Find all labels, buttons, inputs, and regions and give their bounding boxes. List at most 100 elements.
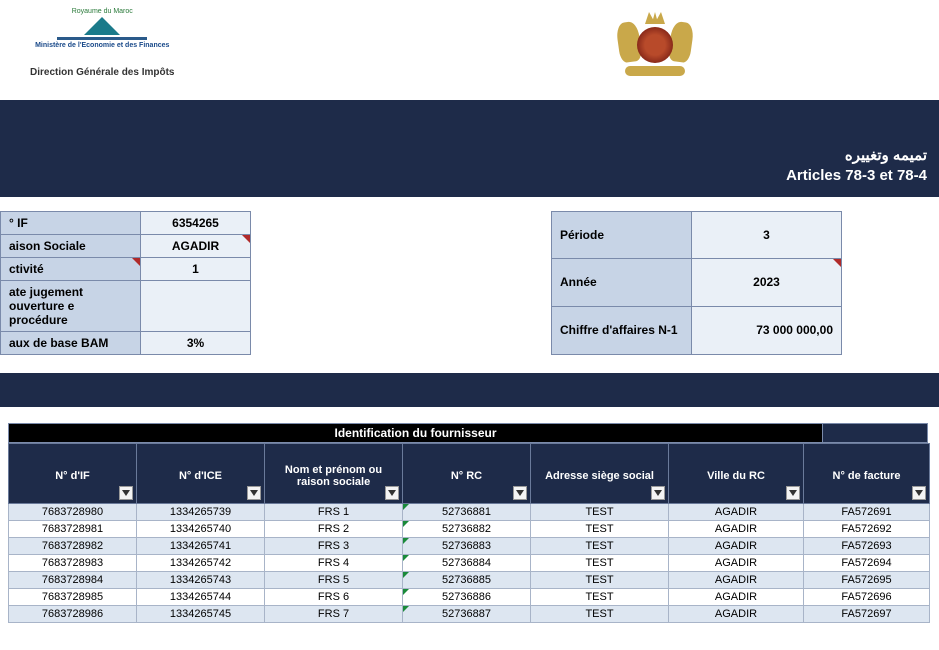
filter-dropdown-icon[interactable] bbox=[912, 486, 926, 500]
label-taux-bam: aux de base BAM bbox=[1, 331, 141, 354]
col-header-if[interactable]: N° d'IF bbox=[9, 443, 137, 503]
cell-facture[interactable]: FA572697 bbox=[804, 605, 930, 622]
cell-ice[interactable]: 1334265743 bbox=[137, 571, 265, 588]
cell-if[interactable]: 7683728986 bbox=[9, 605, 137, 622]
table-row[interactable]: 76837289841334265743FRS 552736885TESTAGA… bbox=[9, 571, 930, 588]
col-header-ice-label: N° d'ICE bbox=[179, 470, 222, 482]
cell-facture[interactable]: FA572691 bbox=[804, 503, 930, 520]
cell-if[interactable]: 7683728985 bbox=[9, 588, 137, 605]
logo-underline bbox=[57, 37, 147, 40]
value-raison-sociale[interactable]: AGADIR bbox=[141, 234, 251, 257]
cell-nom[interactable]: FRS 1 bbox=[265, 503, 403, 520]
table-row[interactable]: 76837289851334265744FRS 652736886TESTAGA… bbox=[9, 588, 930, 605]
cell-adresse[interactable]: TEST bbox=[531, 588, 669, 605]
direction-text: Direction Générale des Impôts bbox=[30, 67, 175, 78]
value-if[interactable]: 6354265 bbox=[141, 211, 251, 234]
cell-ville[interactable]: AGADIR bbox=[669, 554, 804, 571]
value-chiffre-affaires[interactable]: 73 000 000,00 bbox=[692, 306, 842, 354]
cell-nom[interactable]: FRS 6 bbox=[265, 588, 403, 605]
cell-rc[interactable]: 52736882 bbox=[403, 520, 531, 537]
info-table-left: ° IF 6354265 aison Sociale AGADIR ctivit… bbox=[0, 211, 251, 355]
document-title: تميمه وتغييره Articles 78-3 et 78-4 bbox=[0, 140, 939, 197]
dark-band-top bbox=[0, 100, 939, 140]
cell-ville[interactable]: AGADIR bbox=[669, 588, 804, 605]
col-header-rc-label: N° RC bbox=[451, 470, 482, 482]
col-header-nom-label: Nom et prénom ou raison sociale bbox=[285, 464, 382, 488]
title-arabic: تميمه وتغييره bbox=[12, 146, 927, 166]
cell-ville[interactable]: AGADIR bbox=[669, 520, 804, 537]
cell-rc[interactable]: 52736884 bbox=[403, 554, 531, 571]
filter-dropdown-icon[interactable] bbox=[651, 486, 665, 500]
label-raison-sociale: aison Sociale bbox=[1, 234, 141, 257]
table-row[interactable]: 76837289801334265739FRS 152736881TESTAGA… bbox=[9, 503, 930, 520]
national-crest-icon bbox=[620, 10, 690, 80]
col-header-nom[interactable]: Nom et prénom ou raison sociale bbox=[265, 443, 403, 503]
cell-rc[interactable]: 52736881 bbox=[403, 503, 531, 520]
label-chiffre-affaires: Chiffre d'affaires N-1 bbox=[552, 306, 692, 354]
col-header-facture[interactable]: N° de facture bbox=[804, 443, 930, 503]
filter-dropdown-icon[interactable] bbox=[119, 486, 133, 500]
cell-adresse[interactable]: TEST bbox=[531, 520, 669, 537]
cell-nom[interactable]: FRS 3 bbox=[265, 537, 403, 554]
cell-nom[interactable]: FRS 2 bbox=[265, 520, 403, 537]
value-date-jugement[interactable] bbox=[141, 280, 251, 331]
cell-rc[interactable]: 52736883 bbox=[403, 537, 531, 554]
cell-adresse[interactable]: TEST bbox=[531, 605, 669, 622]
cell-facture[interactable]: FA572694 bbox=[804, 554, 930, 571]
info-section: ° IF 6354265 aison Sociale AGADIR ctivit… bbox=[0, 197, 939, 373]
cell-ice[interactable]: 1334265739 bbox=[137, 503, 265, 520]
filter-dropdown-icon[interactable] bbox=[247, 486, 261, 500]
value-taux-bam[interactable]: 3% bbox=[141, 331, 251, 354]
cell-ice[interactable]: 1334265741 bbox=[137, 537, 265, 554]
value-activite[interactable]: 1 bbox=[141, 257, 251, 280]
filter-dropdown-icon[interactable] bbox=[385, 486, 399, 500]
cell-facture[interactable]: FA572692 bbox=[804, 520, 930, 537]
cell-nom[interactable]: FRS 4 bbox=[265, 554, 403, 571]
page-header: Royaume du Maroc Ministère de l'Economie… bbox=[0, 0, 939, 100]
dark-band-mid bbox=[0, 373, 939, 407]
cell-ville[interactable]: AGADIR bbox=[669, 503, 804, 520]
title-articles: Articles 78-3 et 78-4 bbox=[12, 166, 927, 186]
cell-ville[interactable]: AGADIR bbox=[669, 571, 804, 588]
cell-if[interactable]: 7683728980 bbox=[9, 503, 137, 520]
cell-rc[interactable]: 52736885 bbox=[403, 571, 531, 588]
cell-facture[interactable]: FA572696 bbox=[804, 588, 930, 605]
ministry-text: Ministère de l'Economie et des Finances bbox=[30, 42, 175, 49]
col-header-if-label: N° d'IF bbox=[55, 470, 90, 482]
cell-facture[interactable]: FA572695 bbox=[804, 571, 930, 588]
col-header-adresse[interactable]: Adresse siège social bbox=[531, 443, 669, 503]
cell-nom[interactable]: FRS 7 bbox=[265, 605, 403, 622]
value-annee[interactable]: 2023 bbox=[692, 259, 842, 307]
info-table-right: Période 3 Année 2023 Chiffre d'affaires … bbox=[551, 211, 842, 355]
col-header-ice[interactable]: N° d'ICE bbox=[137, 443, 265, 503]
col-header-facture-label: N° de facture bbox=[833, 470, 901, 482]
filter-dropdown-icon[interactable] bbox=[513, 486, 527, 500]
cell-adresse[interactable]: TEST bbox=[531, 537, 669, 554]
cell-if[interactable]: 7683728984 bbox=[9, 571, 137, 588]
col-header-ville[interactable]: Ville du RC bbox=[669, 443, 804, 503]
cell-nom[interactable]: FRS 5 bbox=[265, 571, 403, 588]
cell-if[interactable]: 7683728981 bbox=[9, 520, 137, 537]
cell-adresse[interactable]: TEST bbox=[531, 503, 669, 520]
table-row[interactable]: 76837289811334265740FRS 252736882TESTAGA… bbox=[9, 520, 930, 537]
cell-ice[interactable]: 1334265740 bbox=[137, 520, 265, 537]
cell-adresse[interactable]: TEST bbox=[531, 554, 669, 571]
table-row[interactable]: 76837289861334265745FRS 752736887TESTAGA… bbox=[9, 605, 930, 622]
cell-if[interactable]: 7683728982 bbox=[9, 537, 137, 554]
filter-dropdown-icon[interactable] bbox=[786, 486, 800, 500]
cell-ville[interactable]: AGADIR bbox=[669, 537, 804, 554]
value-periode[interactable]: 3 bbox=[692, 211, 842, 259]
cell-ice[interactable]: 1334265744 bbox=[137, 588, 265, 605]
cell-facture[interactable]: FA572693 bbox=[804, 537, 930, 554]
cell-adresse[interactable]: TEST bbox=[531, 571, 669, 588]
cell-ice[interactable]: 1334265745 bbox=[137, 605, 265, 622]
supplier-grid-area: Identification du fournisseur N° d'IF N°… bbox=[0, 423, 939, 623]
cell-rc[interactable]: 52736886 bbox=[403, 588, 531, 605]
cell-ice[interactable]: 1334265742 bbox=[137, 554, 265, 571]
cell-rc[interactable]: 52736887 bbox=[403, 605, 531, 622]
table-row[interactable]: 76837289831334265742FRS 452736884TESTAGA… bbox=[9, 554, 930, 571]
cell-if[interactable]: 7683728983 bbox=[9, 554, 137, 571]
table-row[interactable]: 76837289821334265741FRS 352736883TESTAGA… bbox=[9, 537, 930, 554]
cell-ville[interactable]: AGADIR bbox=[669, 605, 804, 622]
col-header-rc[interactable]: N° RC bbox=[403, 443, 531, 503]
